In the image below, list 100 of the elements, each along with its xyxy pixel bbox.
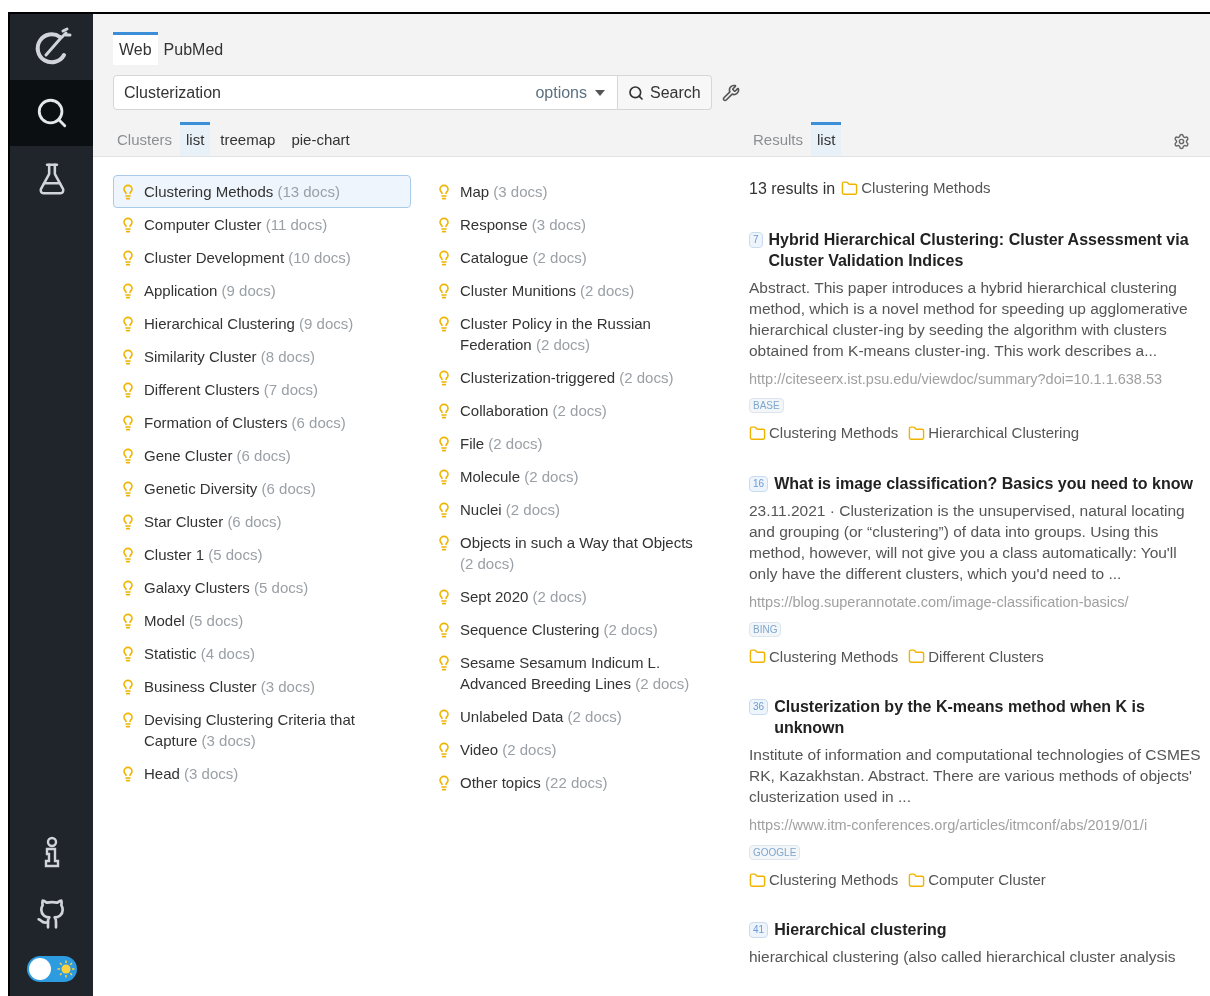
cluster-item[interactable]: Sequence Clustering (2 docs) [429,612,714,646]
view-tab[interactable]: list [180,122,211,156]
theme-toggle[interactable] [26,956,77,982]
cluster-item[interactable]: Model (5 docs) [113,603,411,637]
folder-link[interactable]: Clustering Methods [841,177,991,200]
cluster-item[interactable]: Catalogue (2 docs) [429,240,714,274]
cluster-item[interactable]: Response (3 docs) [429,207,714,241]
rank-badge: 36 [749,699,769,715]
cluster-item[interactable]: Cluster Development (10 docs) [113,240,411,274]
lightbulb-icon [120,546,136,563]
cluster-item[interactable]: Gene Cluster (6 docs) [113,438,411,472]
folder-link[interactable]: Clustering Methods [749,868,899,892]
lightbulb-icon [436,534,452,551]
lightbulb-icon [120,183,136,200]
lightbulb-icon [120,513,136,530]
lightbulb-icon [436,654,452,671]
lightbulb-icon [120,315,136,332]
result-title[interactable]: Hybrid Hierarchical Clustering: Cluster Assessment via Cluster Validation Indices [768,228,1210,271]
view-label: Clusters [116,130,173,150]
cluster-item[interactable]: Sesame Sesamum Indicum L. Advanced Breeding Lines (2 docs) [429,645,714,700]
result-snippet: Abstract. This paper introduces a hybrid hierarchical clustering method, which is a novel method for speeding up agglomerative hierarchical cluster-ing by seeding the algorithm with clusters obtained from K-means cluster-ing. This work describes a... [749,277,1189,361]
cluster-item[interactable]: File (2 docs) [429,426,714,460]
wrench-icon[interactable] [721,83,740,102]
folder-icon [841,180,859,197]
lightbulb-icon [120,249,136,266]
cluster-item[interactable]: Cluster 1 (5 docs) [113,537,411,571]
folder-link[interactable]: Computer Cluster [908,868,1046,892]
lightbulb-icon [436,402,452,419]
cluster-item[interactable]: Objects in such a Way that Objects (2 docs) [429,525,714,580]
search-icon [628,84,644,101]
result-snippet: Institute of information and computational technologies of CSMES RK, Kazakhstan. Abstract. There are various methods of objects' clusterization used in ... [749,745,1202,807]
lightbulb-icon [436,708,452,725]
folder-link[interactable]: Clustering Methods [749,422,899,445]
cluster-item[interactable]: Similarity Cluster (8 docs) [113,339,411,373]
lightbulb-icon [120,348,136,365]
cluster-item[interactable]: Devising Clustering Criteria that Capture (3 docs) [113,702,411,757]
folder-link[interactable]: Different Clusters [908,645,1044,668]
source-tab[interactable]: Web [113,32,158,65]
cluster-item[interactable]: Head (3 docs) [113,756,411,790]
folder-icon [749,425,766,442]
folder-link[interactable]: Clustering Methods [749,645,899,668]
cluster-item[interactable]: Cluster Munitions (2 docs) [429,273,714,307]
view-tab[interactable]: pie-chart [285,122,356,156]
cluster-item[interactable]: Unlabeled Data (2 docs) [429,699,714,733]
options-dropdown[interactable]: options [535,80,605,105]
cluster-item[interactable]: Collaboration (2 docs) [429,393,714,427]
cluster-item[interactable]: Other topics (22 docs) [429,765,714,799]
lightbulb-icon [120,765,136,782]
lightbulb-icon [436,183,452,200]
cluster-item[interactable]: Statistic (4 docs) [113,636,411,670]
cluster-item[interactable]: Map (3 docs) [429,174,714,208]
sidebar-button[interactable] [10,80,93,146]
lightbulb-icon [436,468,452,485]
lightbulb-icon [120,480,136,497]
lightbulb-icon [436,249,452,266]
cluster-item[interactable]: Sept 2020 (2 docs) [429,579,714,613]
cluster-item[interactable]: Molecule (2 docs) [429,459,714,493]
result-title[interactable]: What is image classification? Basics you need to know [774,472,1193,494]
cluster-item[interactable]: Nuclei (2 docs) [429,492,714,526]
cluster-item[interactable]: Business Cluster (3 docs) [113,669,411,703]
result-snippet: 23.11.2021 · Clusterization is the unsupervised, natural locating and grouping (or “clustering”) of data into groups. Using this method, however, will not give you a class automatically: You'll only have the different clusters, which you'd need to ... [749,500,1186,584]
cluster-item[interactable]: Different Clusters (7 docs) [113,372,411,406]
result-snippet: hierarchical clustering (also called hierarchical cluster analysis [749,947,1177,968]
view-tab[interactable]: treemap [214,122,282,156]
cluster-item[interactable]: Star Cluster (6 docs) [113,504,411,538]
folder-icon [749,871,766,889]
cluster-item[interactable]: Clustering Methods (13 docs) [113,174,411,208]
cluster-item[interactable]: Formation of Clusters (6 docs) [113,405,411,439]
search-field[interactable]: Clusterization options [113,75,618,110]
cluster-item[interactable]: Hierarchical Clustering (9 docs) [113,306,411,340]
result-title[interactable]: Clusterization by the K-means method when K is unknown [774,696,1210,738]
folder-icon [908,425,926,442]
cluster-item[interactable]: Application (9 docs) [113,273,411,307]
sun-icon [56,960,75,978]
lightbulb-icon [120,612,136,629]
cluster-item[interactable]: Galaxy Clusters (5 docs) [113,570,411,604]
folder-link[interactable]: Hierarchical Clustering [908,422,1080,445]
source-badge: BING [749,621,782,637]
rank-badge: 7 [749,231,763,248]
lightbulb-icon [436,435,452,452]
cluster-item[interactable]: Computer Cluster (11 docs) [113,207,411,241]
lightbulb-icon [120,414,136,431]
lightbulb-icon [120,447,136,464]
source-tab[interactable]: PubMed [157,32,230,65]
cluster-item[interactable]: Clusterization-triggered (2 docs) [429,360,714,394]
cluster-item[interactable]: Cluster Policy in the Russian Federation (2 docs) [429,306,714,361]
cluster-item[interactable]: Video (2 docs) [429,732,714,766]
lightbulb-icon [436,774,452,791]
search-button[interactable]: Search [618,75,712,110]
lightbulb-icon [436,282,452,299]
rank-badge: 41 [749,922,769,939]
folder-icon [749,648,766,666]
result-title[interactable]: Hierarchical clustering [774,919,947,941]
settings-icon[interactable] [1173,132,1190,150]
lightbulb-icon [436,501,452,518]
cluster-item[interactable]: Genetic Diversity (6 docs) [113,471,411,505]
view-tab[interactable]: list [811,122,842,156]
lightbulb-icon [436,315,452,332]
lightbulb-icon [436,216,452,233]
caret-icon [595,89,605,96]
